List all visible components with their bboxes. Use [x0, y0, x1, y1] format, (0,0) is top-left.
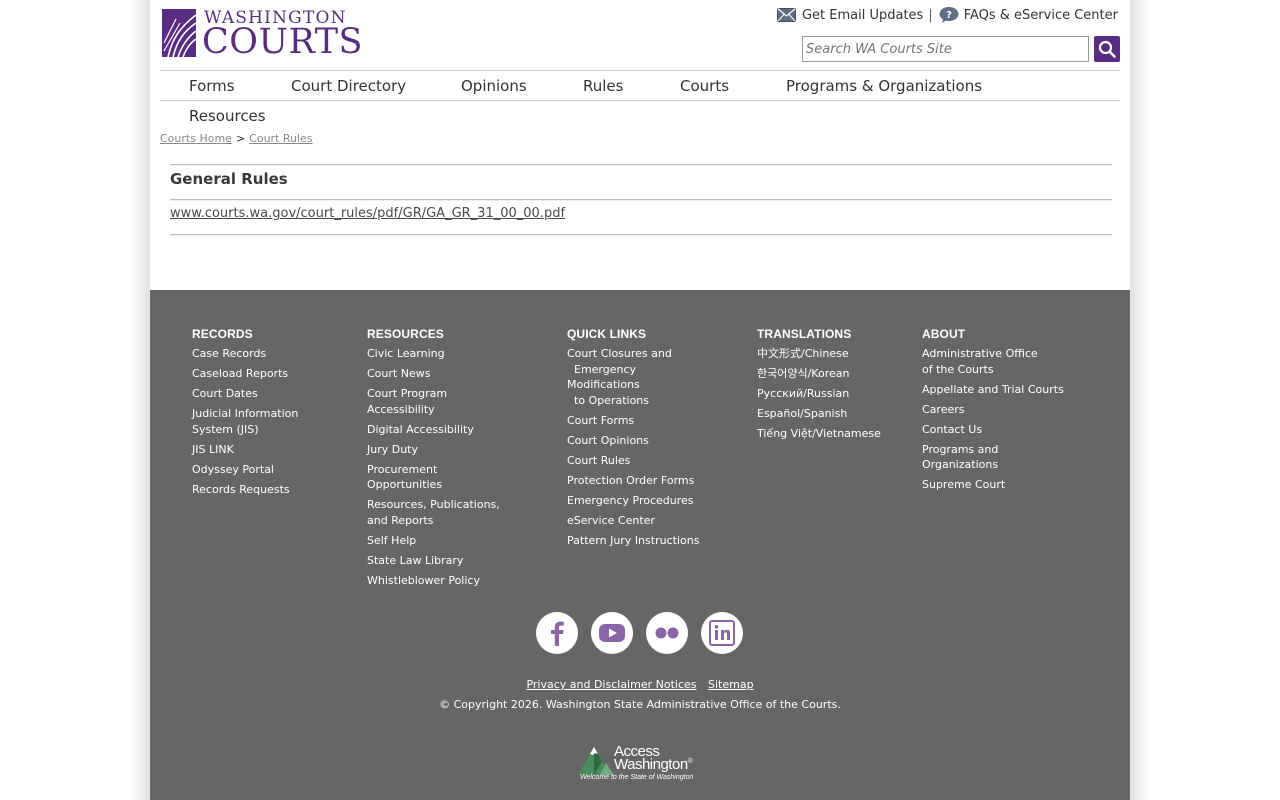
footer-column-records: RECORDS Case Records Caseload Reports Co… — [192, 327, 298, 502]
breadcrumb: Courts Home > Court Rules — [160, 132, 313, 145]
footer-link[interactable]: Court News — [367, 366, 500, 382]
footer-column-resources: RESOURCES Civic Learning Court News Cour… — [367, 327, 500, 593]
site-footer: RECORDS Case Records Caseload Reports Co… — [150, 290, 1130, 800]
facebook-icon[interactable] — [536, 612, 578, 654]
page-container: WASHINGTON COURTS Get Email Updates | ? … — [150, 0, 1130, 800]
footer-link[interactable]: Tiếng Việt/Vietnamese — [757, 426, 881, 442]
footer-link[interactable]: Contact Us — [922, 422, 1064, 438]
utility-links: Get Email Updates | ? FAQs & eService Ce… — [776, 7, 1118, 23]
content-divider — [170, 199, 1112, 201]
footer-link[interactable]: Русский/Russian — [757, 386, 881, 402]
footer-link[interactable]: Court Closures and Emergency Modificatio… — [567, 346, 699, 408]
page-title: General Rules — [170, 170, 288, 188]
footer-link[interactable]: Court Rules — [567, 453, 699, 469]
footer-link[interactable]: Supreme Court — [922, 477, 1064, 493]
footer-link[interactable]: Careers — [922, 402, 1064, 418]
email-icon[interactable] — [776, 8, 796, 22]
copyright-text: © Copyright 2026. Washington State Admin… — [439, 698, 841, 711]
nav-divider-bottom — [160, 100, 1120, 101]
footer-link[interactable]: Judicial Information System (JIS) — [192, 406, 298, 437]
svg-text:?: ? — [946, 10, 952, 21]
nav-resources[interactable]: Resources — [189, 107, 266, 125]
access-washington-text-2: Washington® — [614, 756, 693, 773]
footer-link[interactable]: Español/Spanish — [757, 406, 881, 422]
footer-link[interactable]: Court Program Accessibility — [367, 386, 500, 417]
page-shadow-right — [1130, 0, 1150, 800]
footer-link[interactable]: Emergency Procedures — [567, 493, 699, 509]
footer-link[interactable]: Court Opinions — [567, 433, 699, 449]
footer-heading-translations: TRANSLATIONS — [757, 327, 852, 341]
nav-court-directory[interactable]: Court Directory — [291, 77, 406, 95]
footer-link[interactable]: Pattern Jury Instructions — [567, 533, 699, 549]
footer-column-about: ABOUT Administrative Office of the Court… — [922, 327, 1064, 497]
footer-link[interactable]: Court Dates — [192, 386, 298, 402]
content-divider — [170, 234, 1112, 236]
footer-link[interactable]: Odyssey Portal — [192, 462, 298, 478]
linkedin-icon[interactable] — [701, 612, 743, 654]
footer-link[interactable]: eService Center — [567, 513, 699, 529]
footer-heading-quick-links: QUICK LINKS — [567, 327, 647, 341]
footer-link[interactable]: Digital Accessibility — [367, 422, 500, 438]
footer-link[interactable]: 한국어양식/Korean — [757, 366, 881, 382]
email-updates-link[interactable]: Get Email Updates — [802, 8, 923, 23]
access-washington-tagline: Welcome to the State of Washington — [580, 774, 694, 781]
faqs-link[interactable]: FAQs & eService Center — [964, 8, 1118, 23]
footer-link[interactable]: Jury Duty — [367, 442, 500, 458]
footer-link[interactable]: Administrative Office of the Courts — [922, 346, 1064, 377]
flickr-icon[interactable] — [646, 612, 688, 654]
page-shadow-left — [130, 0, 150, 800]
footer-heading-about: ABOUT — [922, 327, 966, 341]
footer-link[interactable]: Appellate and Trial Courts — [922, 382, 1064, 398]
nav-opinions[interactable]: Opinions — [461, 77, 527, 95]
logo-mark-icon — [162, 9, 196, 57]
footer-link[interactable]: Caseload Reports — [192, 366, 298, 382]
footer-link[interactable]: Protection Order Forms — [567, 473, 699, 489]
footer-column-quick-links: QUICK LINKS Court Closures and Emergency… — [567, 327, 699, 553]
footer-link[interactable]: Court Forms — [567, 413, 699, 429]
footer-link[interactable]: State Law Library — [367, 553, 500, 569]
footer-link[interactable]: Whistleblower Policy — [367, 573, 500, 589]
footer-link[interactable]: Case Records — [192, 346, 298, 362]
content-divider — [170, 164, 1112, 166]
search-icon — [1098, 40, 1116, 58]
footer-link[interactable]: Procurement Opportunities — [367, 462, 500, 493]
search-input[interactable] — [802, 36, 1089, 62]
nav-forms[interactable]: Forms — [189, 77, 235, 95]
breadcrumb-separator: > — [235, 132, 246, 145]
footer-column-translations: TRANSLATIONS 中文形式/Chinese 한국어양식/Korean Р… — [757, 327, 881, 446]
nav-divider-top — [160, 70, 1120, 71]
help-icon[interactable]: ? — [939, 7, 959, 23]
logo-text-courts: COURTS — [202, 22, 364, 62]
footer-heading-records: RECORDS — [192, 327, 253, 341]
footer-link[interactable]: Records Requests — [192, 482, 298, 498]
mountain-icon — [578, 747, 614, 775]
washington-courts-logo[interactable]: WASHINGTON COURTS — [162, 8, 363, 62]
breadcrumb-home-link[interactable]: Courts Home — [160, 132, 232, 145]
footer-link[interactable]: Programs and Organizations — [922, 442, 1064, 473]
nav-courts[interactable]: Courts — [680, 77, 729, 95]
footer-link[interactable]: Self Help — [367, 533, 500, 549]
footer-link[interactable]: 中文形式/Chinese — [757, 346, 881, 362]
utility-separator: | — [928, 7, 933, 23]
privacy-link[interactable]: Privacy and Disclaimer Notices — [526, 678, 696, 691]
search-button[interactable] — [1094, 36, 1120, 62]
access-washington-logo[interactable]: Access Washington® Welcome to the State … — [578, 743, 703, 785]
footer-link[interactable]: Resources, Publications, and Reports — [367, 497, 500, 528]
sitemap-link[interactable]: Sitemap — [708, 678, 754, 691]
breadcrumb-current-link[interactable]: Court Rules — [249, 132, 312, 145]
footer-heading-resources: RESOURCES — [367, 327, 444, 341]
nav-programs-organizations[interactable]: Programs & Organizations — [786, 77, 982, 95]
footer-link[interactable]: Civic Learning — [367, 346, 500, 362]
nav-rules[interactable]: Rules — [583, 77, 623, 95]
legal-links: Privacy and Disclaimer Notices Sitemap — [150, 678, 1130, 691]
youtube-icon[interactable] — [591, 612, 633, 654]
rule-pdf-link[interactable]: www.courts.wa.gov/court_rules/pdf/GR/GA_… — [170, 206, 565, 221]
footer-link[interactable]: JIS LINK — [192, 442, 298, 458]
